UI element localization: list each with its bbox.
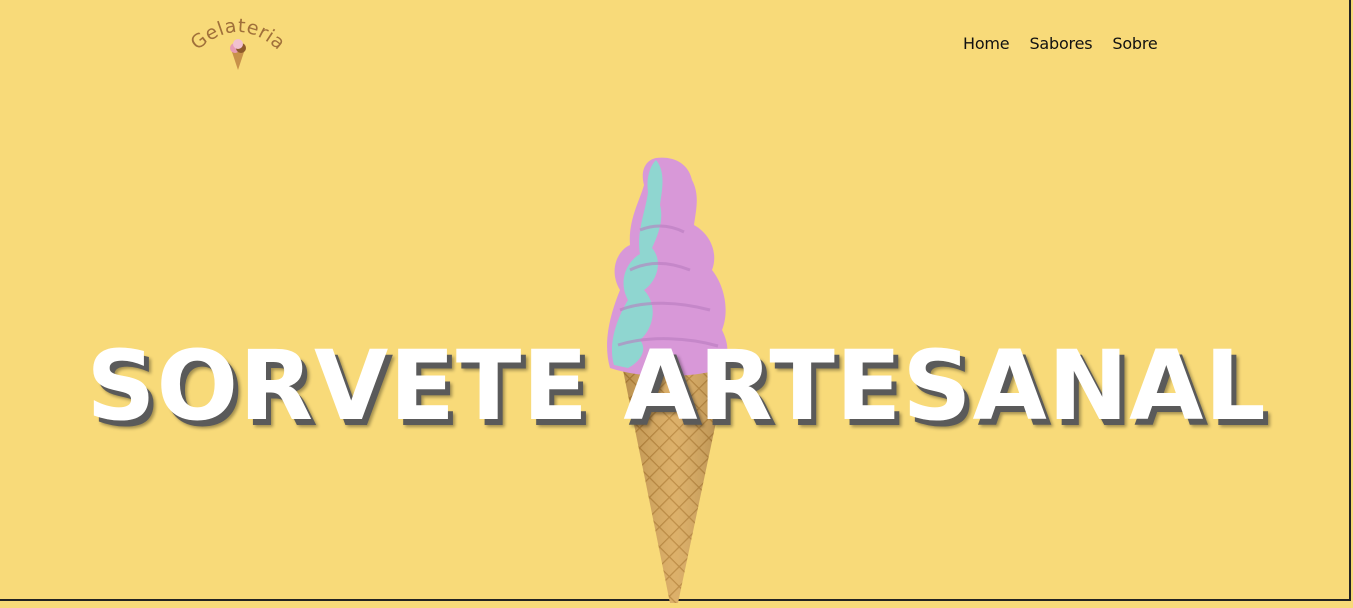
logo[interactable]: Gelateria	[187, 15, 289, 74]
main-nav: Home Sabores Sobre	[963, 34, 1158, 53]
hero-title: SORVETE ARTESANAL	[86, 330, 1267, 442]
logo-ice-cream-icon: Gelateria	[187, 15, 289, 70]
nav-home-link[interactable]: Home	[963, 34, 1010, 53]
nav-sabores-link[interactable]: Sabores	[1029, 34, 1092, 53]
nav-sobre-link[interactable]: Sobre	[1112, 34, 1157, 53]
